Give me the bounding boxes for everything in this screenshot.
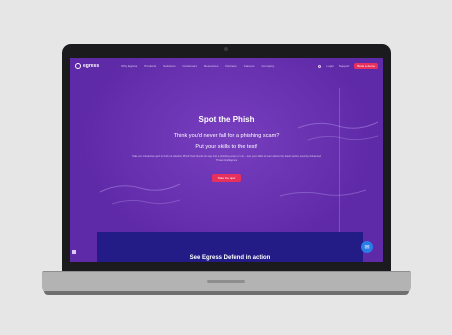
book-demo-button[interactable]: Book a demo	[354, 63, 378, 69]
laptop-base-edge	[44, 291, 409, 295]
laptop-screen: egress Why Egress Products Solutions Cus…	[70, 58, 383, 262]
hero-title: Spot the Phish	[198, 115, 255, 124]
hero-subtitle: Think you'd never fall for a phishing sc…	[173, 133, 280, 139]
search-icon[interactable]	[318, 64, 322, 68]
nav-link-solutions[interactable]: Solutions	[163, 64, 175, 68]
laptop-lid: egress Why Egress Products Solutions Cus…	[62, 44, 391, 272]
nav-link-customers[interactable]: Customers	[182, 64, 197, 68]
laptop-notch	[207, 280, 245, 283]
chat-icon[interactable]: ✉	[361, 241, 373, 253]
top-nav: egress Why Egress Products Solutions Cus…	[70, 58, 383, 74]
take-quiz-button[interactable]: Take the quiz	[211, 174, 242, 182]
demo-banner[interactable]: See Egress Defend in action	[97, 232, 363, 262]
camera-dot	[224, 47, 228, 51]
hero-subtitle-2: Put your skills to the test!	[195, 144, 258, 150]
login-link[interactable]: Login	[326, 64, 333, 68]
logo-text: egress	[83, 63, 100, 69]
egress-logo[interactable]: egress	[75, 63, 99, 69]
nav-link-company[interactable]: Company	[261, 64, 274, 68]
nav-links: Why Egress Products Solutions Customers …	[121, 64, 274, 68]
nav-link-careers[interactable]: Careers	[244, 64, 255, 68]
nav-link-why-egress[interactable]: Why Egress	[121, 64, 137, 68]
nav-link-partners[interactable]: Partners	[225, 64, 236, 68]
nav-link-products[interactable]: Products	[144, 64, 156, 68]
hero-section: Spot the Phish Think you'd never fall fo…	[110, 115, 343, 184]
hero-body-text: Take our interactive quiz to find out wh…	[132, 155, 321, 162]
cookie-settings-icon[interactable]	[72, 250, 76, 254]
egress-logo-icon	[75, 63, 81, 69]
support-link[interactable]: Support	[339, 64, 350, 68]
nav-right: Login Support Book a demo	[318, 63, 378, 69]
banner-text: See Egress Defend in action	[189, 255, 271, 261]
nav-link-resources[interactable]: Resources	[204, 64, 218, 68]
